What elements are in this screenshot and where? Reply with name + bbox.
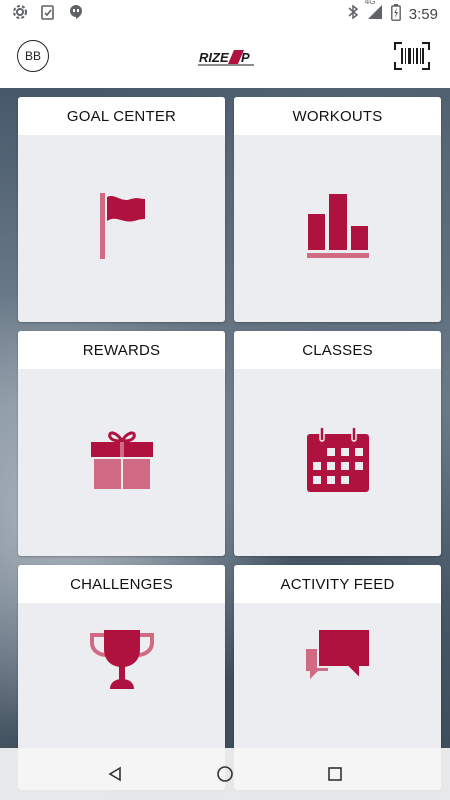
tile-label: WORKOUTS bbox=[234, 97, 441, 135]
navigation-bar bbox=[0, 748, 450, 800]
svg-text:RIZE: RIZE bbox=[199, 50, 229, 65]
avatar-initials: BB bbox=[24, 49, 41, 63]
tile-workouts[interactable]: WORKOUTS bbox=[234, 97, 441, 322]
tile-label: REWARDS bbox=[18, 331, 225, 369]
avatar[interactable]: BB bbox=[17, 40, 49, 72]
home-icon[interactable] bbox=[211, 760, 239, 788]
network-label: 4G bbox=[364, 0, 376, 6]
tile-label: GOAL CENTER bbox=[18, 97, 225, 135]
battery-icon bbox=[390, 3, 401, 25]
calendar-icon bbox=[306, 426, 370, 499]
bluetooth-icon bbox=[347, 4, 359, 24]
tile-rewards[interactable]: REWARDS bbox=[18, 331, 225, 556]
tile-label: CLASSES bbox=[234, 331, 441, 369]
settings-icon bbox=[12, 4, 28, 24]
tile-label: CHALLENGES bbox=[18, 565, 225, 603]
barcode-scan-icon[interactable] bbox=[394, 42, 430, 70]
chat-bubbles-icon bbox=[304, 627, 372, 694]
recents-icon[interactable] bbox=[321, 760, 349, 788]
clipboard-check-icon bbox=[40, 4, 56, 24]
status-bar: 4G 3:59 bbox=[0, 0, 450, 28]
dashboard-grid: GOAL CENTER WORKOUTS REWARDS CLASSES CHA… bbox=[0, 88, 450, 800]
svg-text:P: P bbox=[241, 50, 250, 65]
tile-label: ACTIVITY FEED bbox=[234, 565, 441, 603]
status-time: 3:59 bbox=[408, 5, 438, 23]
bar-chart-icon bbox=[306, 192, 370, 265]
gift-icon bbox=[90, 429, 154, 496]
tile-goal-center[interactable]: GOAL CENTER bbox=[18, 97, 225, 322]
app-header: BB RIZE P bbox=[0, 28, 450, 89]
back-icon[interactable] bbox=[101, 760, 129, 788]
signal-icon: 4G bbox=[365, 0, 383, 24]
flag-icon bbox=[97, 193, 147, 264]
hangouts-icon bbox=[68, 4, 84, 24]
tile-classes[interactable]: CLASSES bbox=[234, 331, 441, 556]
trophy-icon bbox=[89, 629, 154, 696]
rizeup-logo: RIZE P bbox=[198, 47, 254, 67]
